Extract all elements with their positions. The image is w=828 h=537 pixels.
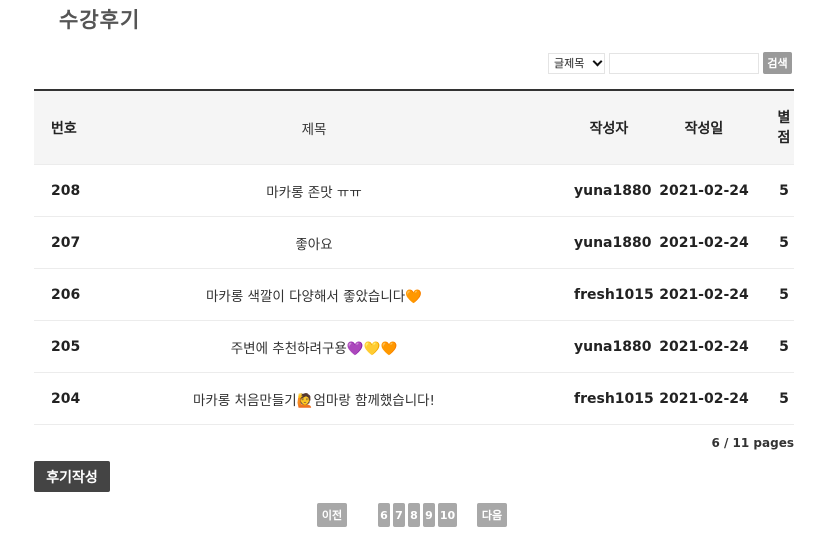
page-number-button[interactable]: 7 [393, 503, 405, 527]
header-title: 제목 [301, 121, 327, 138]
pagination: 이전 6 7 8 9 10 다음 [0, 503, 828, 527]
row-date: 2021-02-24 [659, 234, 749, 251]
row-rating: 5 [779, 182, 789, 199]
review-table: 번호 제목 작성자 작성일 별점 208 마카롱 존맛 ㅠㅠ yuna1880 … [34, 89, 794, 425]
write-review-button[interactable]: 후기작성 [34, 461, 110, 492]
row-author: yuna1880 [574, 338, 652, 355]
row-date: 2021-02-24 [659, 182, 749, 199]
header-rating: 별점 [777, 109, 791, 146]
row-date: 2021-02-24 [659, 286, 749, 303]
next-page-button[interactable]: 다음 [477, 503, 507, 527]
header-no: 번호 [51, 120, 77, 137]
page-number-button[interactable]: 10 [438, 503, 457, 527]
chevron-down-icon [592, 56, 603, 66]
search-button[interactable]: 검색 [763, 52, 792, 74]
search-field-selected: 글제목 [554, 57, 585, 70]
search-field-select[interactable]: 글제목 [548, 52, 605, 74]
header-date: 작성일 [684, 120, 724, 137]
page-count-info: 6 / 11 pages [711, 436, 794, 450]
page-title: 수강후기 [59, 8, 141, 32]
row-author: yuna1880 [574, 182, 652, 199]
row-rating: 5 [779, 234, 789, 251]
row-no: 206 [51, 286, 81, 303]
row-author: fresh1015 [574, 286, 654, 303]
row-no: 208 [51, 182, 81, 199]
row-title-link[interactable]: 마카롱 처음만들기🙋엄마랑 함께했습니다! [94, 389, 534, 409]
row-rating: 5 [779, 390, 789, 407]
header-author: 작성자 [589, 120, 629, 137]
page-number-button[interactable]: 9 [423, 503, 435, 527]
search-bar: 글제목 검색 [548, 52, 792, 74]
table-row: 208 마카롱 존맛 ㅠㅠ yuna1880 2021-02-24 5 [34, 165, 794, 217]
prev-page-button[interactable]: 이전 [317, 503, 347, 527]
table-row: 204 마카롱 처음만들기🙋엄마랑 함께했습니다! fresh1015 2021… [34, 373, 794, 425]
row-rating: 5 [779, 286, 789, 303]
row-author: yuna1880 [574, 234, 652, 251]
page-number-button[interactable]: 6 [378, 503, 390, 527]
row-no: 204 [51, 390, 81, 407]
row-title-link[interactable]: 마카롱 색깔이 다양해서 좋았습니다🧡 [94, 285, 534, 305]
row-title-link[interactable]: 좋아요 [94, 233, 534, 253]
table-row: 206 마카롱 색깔이 다양해서 좋았습니다🧡 fresh1015 2021-0… [34, 269, 794, 321]
page-number-button[interactable]: 8 [408, 503, 420, 527]
row-date: 2021-02-24 [659, 338, 749, 355]
row-title-link[interactable]: 마카롱 존맛 ㅠㅠ [94, 181, 534, 201]
row-author: fresh1015 [574, 390, 654, 407]
row-date: 2021-02-24 [659, 390, 749, 407]
table-row: 205 주변에 추천하려구용💜💛🧡 yuna1880 2021-02-24 5 [34, 321, 794, 373]
table-header: 번호 제목 작성자 작성일 별점 [34, 91, 794, 165]
row-no: 205 [51, 338, 81, 355]
row-no: 207 [51, 234, 81, 251]
table-row: 207 좋아요 yuna1880 2021-02-24 5 [34, 217, 794, 269]
search-input[interactable] [609, 52, 759, 74]
row-title-link[interactable]: 주변에 추천하려구용💜💛🧡 [94, 337, 534, 357]
row-rating: 5 [779, 338, 789, 355]
